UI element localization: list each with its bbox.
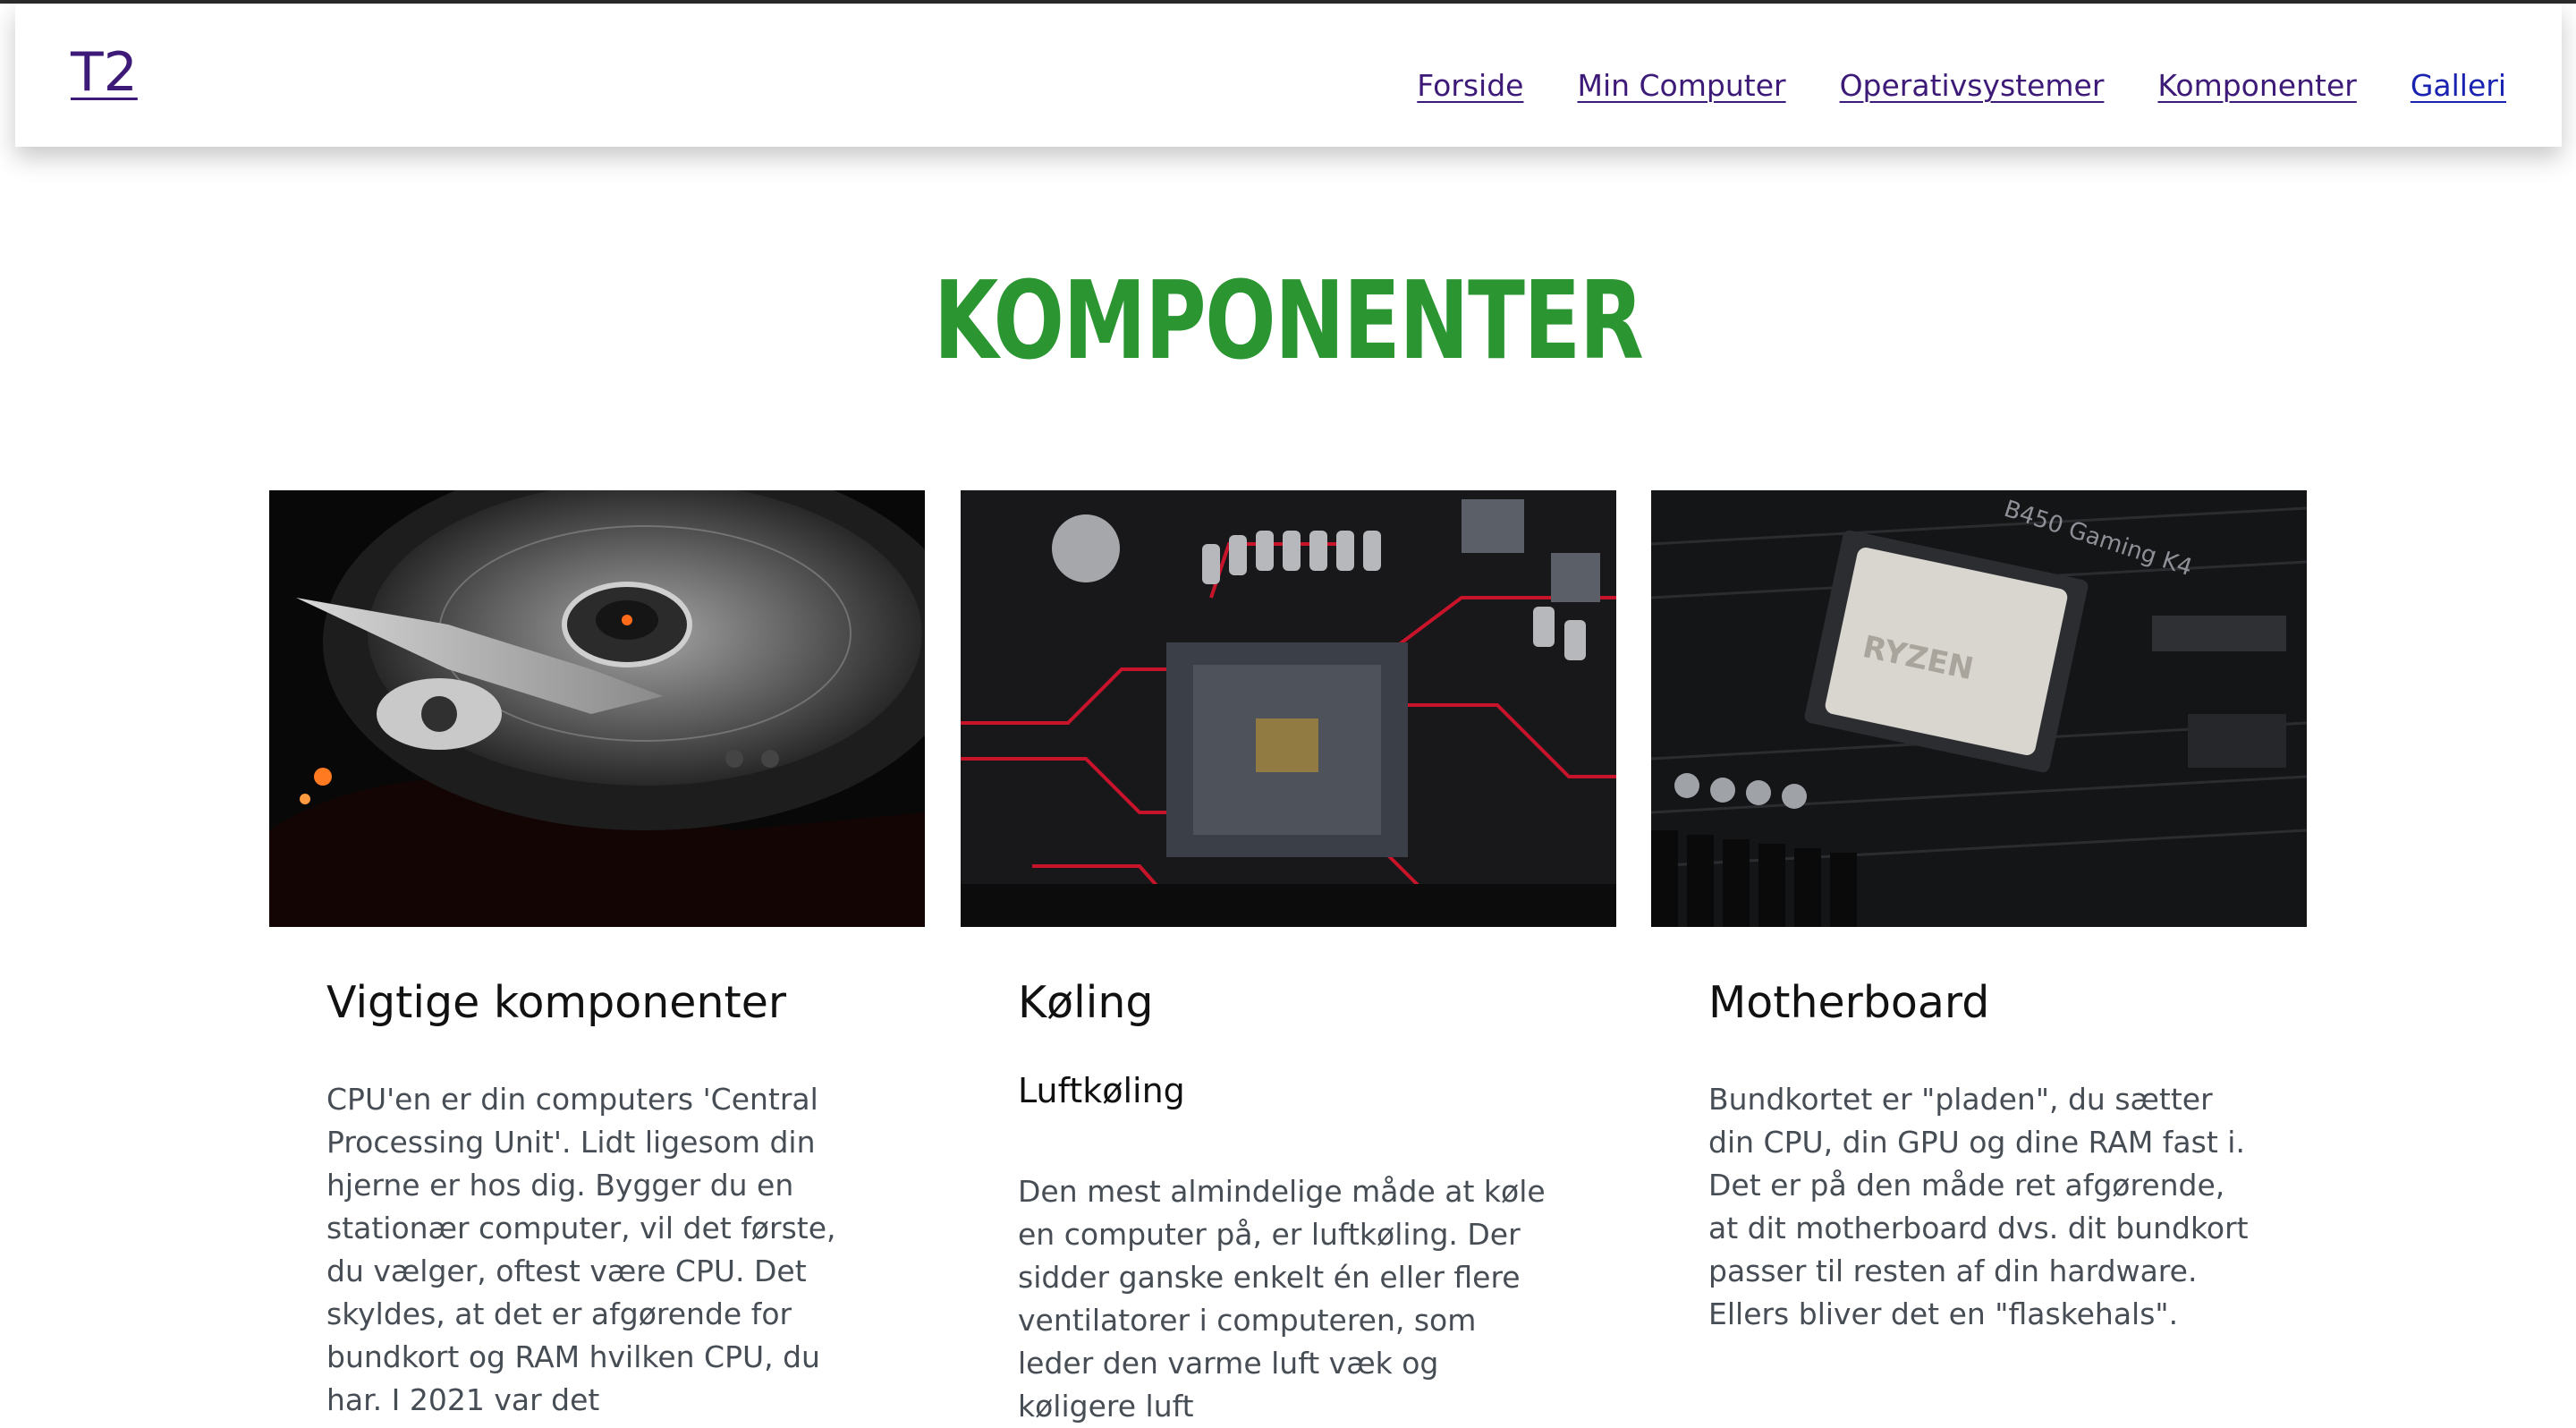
main-nav: Forside Min Computer Operativsystemer Ko…	[1417, 68, 2506, 103]
site-header: T2 Forside Min Computer Operativsystemer…	[15, 4, 2562, 147]
nav-link-forside[interactable]: Forside	[1417, 68, 1523, 103]
hard-disk-image	[269, 490, 925, 927]
page-title: KOMPONENTER	[933, 259, 1644, 384]
card-vigtige-komponenter: Vigtige komponenter CPU'en er din comput…	[269, 490, 925, 1422]
cpu-socket-image	[961, 490, 1616, 927]
nav-link-operativsystemer[interactable]: Operativsystemer	[1840, 68, 2105, 103]
card-text: CPU'en er din computers 'Central Process…	[326, 1081, 836, 1417]
nav-link-komponenter[interactable]: Komponenter	[2157, 68, 2356, 103]
card-title: Vigtige komponenter	[326, 977, 786, 1028]
card-motherboard: RYZEN B450 Gaming K4 Motherboard Bundkor…	[1651, 490, 2307, 1336]
card-text: Den mest almindelige måde at køle en com…	[1018, 1174, 1546, 1424]
nav-link-galleri[interactable]: Galleri	[2411, 68, 2506, 103]
nav-link-min-computer[interactable]: Min Computer	[1577, 68, 1785, 103]
brand-logo-link[interactable]: T2	[71, 41, 138, 104]
card-text: Bundkortet er "pladen", du sætter din CP…	[1708, 1081, 2249, 1331]
ryzen-motherboard-image: RYZEN B450 Gaming K4	[1651, 490, 2307, 927]
card-title: Køling	[1018, 977, 1154, 1028]
card-subtitle: Luftkøling	[1018, 1070, 1185, 1110]
card-title: Motherboard	[1708, 977, 1990, 1028]
card-koling: Køling Luftkøling Den mest almindelige m…	[961, 490, 1616, 1428]
